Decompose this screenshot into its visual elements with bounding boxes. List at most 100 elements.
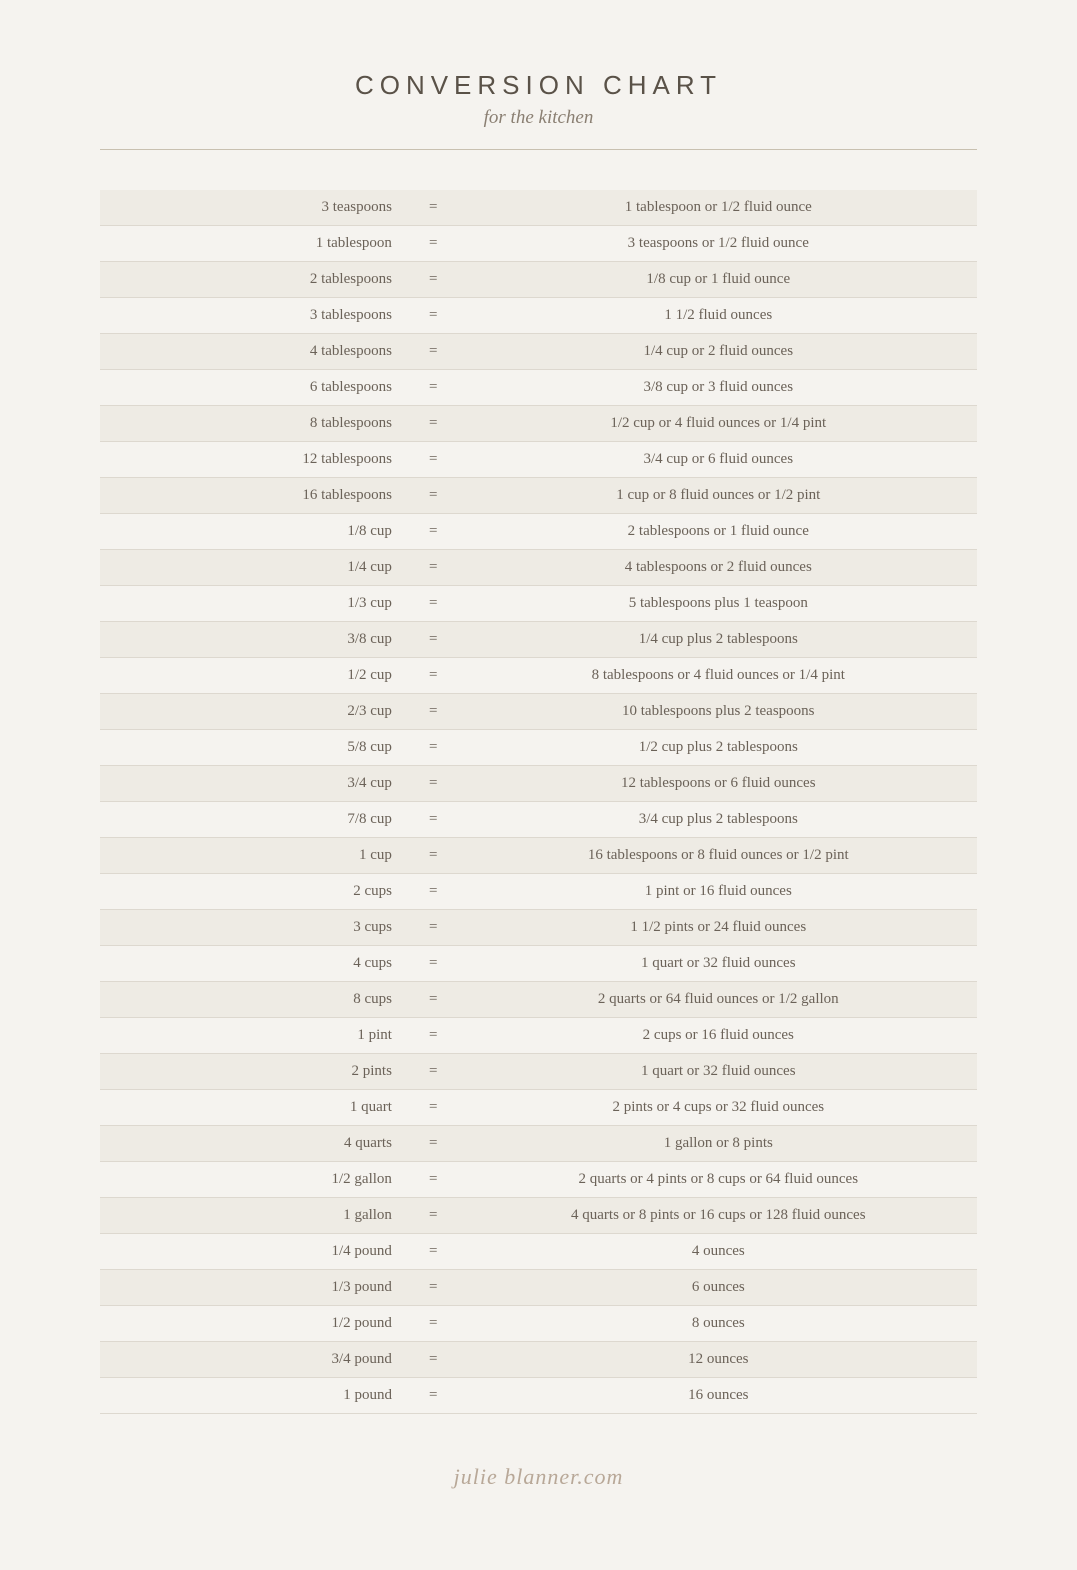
cell-left: 1/4 cup xyxy=(100,550,407,586)
cell-right: 2 pints or 4 cups or 32 fluid ounces xyxy=(460,1090,977,1126)
table-row: 6 tablespoons=3/8 cup or 3 fluid ounces xyxy=(100,370,977,406)
cell-equals: = xyxy=(407,1306,460,1342)
cell-equals: = xyxy=(407,730,460,766)
table-row: 1 quart=2 pints or 4 cups or 32 fluid ou… xyxy=(100,1090,977,1126)
table-row: 1/4 cup=4 tablespoons or 2 fluid ounces xyxy=(100,550,977,586)
table-row: 1/4 pound=4 ounces xyxy=(100,1234,977,1270)
footer-text: julie blanner.com xyxy=(100,1464,977,1490)
cell-right: 1/4 cup or 2 fluid ounces xyxy=(460,334,977,370)
table-row: 3 teaspoons=1 tablespoon or 1/2 fluid ou… xyxy=(100,190,977,226)
table-row: 1 pint=2 cups or 16 fluid ounces xyxy=(100,1018,977,1054)
cell-left: 1/4 pound xyxy=(100,1234,407,1270)
table-row: 5/8 cup=1/2 cup plus 2 tablespoons xyxy=(100,730,977,766)
cell-left: 8 tablespoons xyxy=(100,406,407,442)
cell-right: 8 tablespoons or 4 fluid ounces or 1/4 p… xyxy=(460,658,977,694)
table-row: 1 tablespoon=3 teaspoons or 1/2 fluid ou… xyxy=(100,226,977,262)
cell-equals: = xyxy=(407,1126,460,1162)
cell-right: 2 tablespoons or 1 fluid ounce xyxy=(460,514,977,550)
cell-equals: = xyxy=(407,1090,460,1126)
cell-left: 1 cup xyxy=(100,838,407,874)
cell-left: 4 quarts xyxy=(100,1126,407,1162)
cell-right: 1/8 cup or 1 fluid ounce xyxy=(460,262,977,298)
cell-left: 4 cups xyxy=(100,946,407,982)
table-row: 1/8 cup=2 tablespoons or 1 fluid ounce xyxy=(100,514,977,550)
cell-left: 3 cups xyxy=(100,910,407,946)
cell-left: 1 pound xyxy=(100,1378,407,1414)
cell-right: 2 quarts or 4 pints or 8 cups or 64 flui… xyxy=(460,1162,977,1198)
table-row: 1/3 cup=5 tablespoons plus 1 teaspoon xyxy=(100,586,977,622)
cell-equals: = xyxy=(407,442,460,478)
cell-right: 1 gallon or 8 pints xyxy=(460,1126,977,1162)
cell-left: 6 tablespoons xyxy=(100,370,407,406)
cell-right: 1 1/2 fluid ounces xyxy=(460,298,977,334)
cell-equals: = xyxy=(407,586,460,622)
cell-left: 1/2 cup xyxy=(100,658,407,694)
cell-equals: = xyxy=(407,298,460,334)
cell-left: 1 tablespoon xyxy=(100,226,407,262)
cell-left: 1/2 gallon xyxy=(100,1162,407,1198)
cell-equals: = xyxy=(407,514,460,550)
table-row: 1/3 pound=6 ounces xyxy=(100,1270,977,1306)
page: CONVERSION CHART for the kitchen 3 teasp… xyxy=(20,20,1057,1550)
table-row: 4 cups=1 quart or 32 fluid ounces xyxy=(100,946,977,982)
cell-right: 1/4 cup plus 2 tablespoons xyxy=(460,622,977,658)
table-row: 3/8 cup=1/4 cup plus 2 tablespoons xyxy=(100,622,977,658)
cell-right: 1 cup or 8 fluid ounces or 1/2 pint xyxy=(460,478,977,514)
cell-left: 1 pint xyxy=(100,1018,407,1054)
cell-left: 2 pints xyxy=(100,1054,407,1090)
cell-left: 8 cups xyxy=(100,982,407,1018)
cell-equals: = xyxy=(407,1018,460,1054)
cell-equals: = xyxy=(407,802,460,838)
cell-left: 5/8 cup xyxy=(100,730,407,766)
cell-right: 2 cups or 16 fluid ounces xyxy=(460,1018,977,1054)
page-subtitle: for the kitchen xyxy=(100,107,977,129)
cell-left: 1/3 pound xyxy=(100,1270,407,1306)
cell-equals: = xyxy=(407,1234,460,1270)
cell-right: 2 quarts or 64 fluid ounces or 1/2 gallo… xyxy=(460,982,977,1018)
cell-equals: = xyxy=(407,982,460,1018)
cell-right: 4 ounces xyxy=(460,1234,977,1270)
cell-right: 1 pint or 16 fluid ounces xyxy=(460,874,977,910)
cell-left: 7/8 cup xyxy=(100,802,407,838)
cell-equals: = xyxy=(407,946,460,982)
cell-left: 2 tablespoons xyxy=(100,262,407,298)
cell-equals: = xyxy=(407,478,460,514)
cell-right: 6 ounces xyxy=(460,1270,977,1306)
cell-equals: = xyxy=(407,226,460,262)
header: CONVERSION CHART for the kitchen xyxy=(100,70,977,150)
cell-left: 3/4 cup xyxy=(100,766,407,802)
cell-right: 3/4 cup or 6 fluid ounces xyxy=(460,442,977,478)
cell-right: 5 tablespoons plus 1 teaspoon xyxy=(460,586,977,622)
table-row: 2 tablespoons=1/8 cup or 1 fluid ounce xyxy=(100,262,977,298)
cell-right: 10 tablespoons plus 2 teaspoons xyxy=(460,694,977,730)
cell-left: 2/3 cup xyxy=(100,694,407,730)
cell-left: 3 teaspoons xyxy=(100,190,407,226)
table-row: 8 cups=2 quarts or 64 fluid ounces or 1/… xyxy=(100,982,977,1018)
table-row: 16 tablespoons=1 cup or 8 fluid ounces o… xyxy=(100,478,977,514)
cell-right: 16 ounces xyxy=(460,1378,977,1414)
cell-equals: = xyxy=(407,1198,460,1234)
table-row: 3/4 pound=12 ounces xyxy=(100,1342,977,1378)
table-row: 4 tablespoons=1/4 cup or 2 fluid ounces xyxy=(100,334,977,370)
table-row: 2 pints=1 quart or 32 fluid ounces xyxy=(100,1054,977,1090)
table-row: 4 quarts=1 gallon or 8 pints xyxy=(100,1126,977,1162)
cell-equals: = xyxy=(407,658,460,694)
cell-equals: = xyxy=(407,910,460,946)
cell-equals: = xyxy=(407,550,460,586)
cell-right: 1 tablespoon or 1/2 fluid ounce xyxy=(460,190,977,226)
conversion-table: 3 teaspoons=1 tablespoon or 1/2 fluid ou… xyxy=(100,190,977,1414)
footer: julie blanner.com xyxy=(100,1454,977,1490)
cell-equals: = xyxy=(407,622,460,658)
table-row: 2 cups=1 pint or 16 fluid ounces xyxy=(100,874,977,910)
cell-left: 12 tablespoons xyxy=(100,442,407,478)
cell-equals: = xyxy=(407,1054,460,1090)
cell-left: 2 cups xyxy=(100,874,407,910)
table-row: 3 tablespoons=1 1/2 fluid ounces xyxy=(100,298,977,334)
cell-equals: = xyxy=(407,262,460,298)
cell-right: 1 quart or 32 fluid ounces xyxy=(460,946,977,982)
cell-equals: = xyxy=(407,406,460,442)
cell-left: 1 gallon xyxy=(100,1198,407,1234)
cell-left: 1/8 cup xyxy=(100,514,407,550)
table-row: 1 pound=16 ounces xyxy=(100,1378,977,1414)
cell-equals: = xyxy=(407,370,460,406)
